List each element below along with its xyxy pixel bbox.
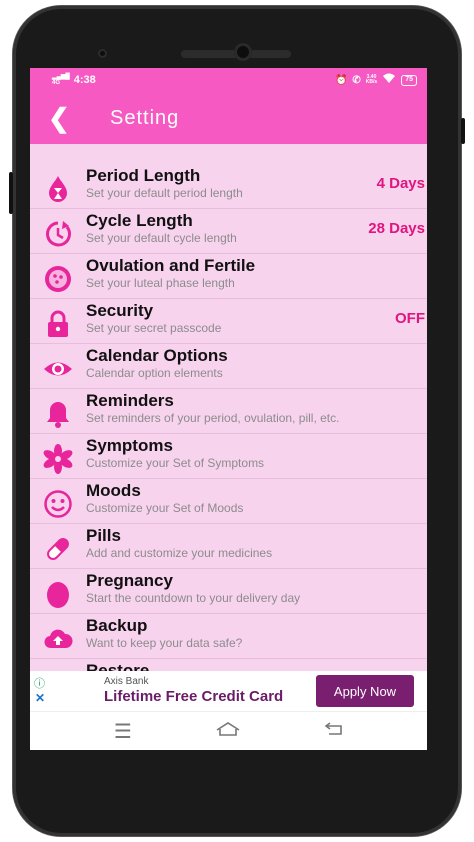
menu-icon[interactable]: ☰	[108, 719, 138, 744]
ad-banner[interactable]: ⓘ ✕ Axis Bank Lifetime Free Credit Card …	[30, 671, 427, 711]
lock-icon	[30, 299, 86, 339]
app-screen: ▂▄▆█ 4G 4:38 ⏰ ✆ 3.40 KB/s 75 ❮ Setting Pe…	[30, 68, 427, 750]
settings-item-subtitle: Set your secret passcode	[86, 321, 222, 335]
pill-icon	[30, 524, 86, 564]
eye-icon	[30, 344, 86, 384]
settings-item-subtitle: Customize your Set of Moods	[86, 501, 244, 515]
smiley-icon	[30, 479, 86, 519]
status-bar: ▂▄▆█ 4G 4:38 ⏰ ✆ 3.40 KB/s 75	[30, 68, 427, 92]
front-camera	[234, 43, 252, 61]
settings-item-pregnancy[interactable]: Pregnancy Start the countdown to your del…	[30, 569, 427, 614]
app-bar: ❮ Setting	[30, 92, 427, 144]
settings-item-title: Period Length	[86, 166, 201, 185]
settings-item-title: Ovulation and Fertile	[86, 256, 256, 275]
settings-list: Period Length Set your default period len…	[30, 144, 427, 704]
settings-item-period-length[interactable]: Period Length Set your default period len…	[30, 164, 427, 209]
settings-item-subtitle: Set your luteal phase length	[86, 276, 235, 290]
settings-item-title: Symptoms	[86, 436, 173, 455]
home-icon[interactable]	[213, 720, 243, 743]
battery-icon: 75	[401, 74, 417, 86]
apply-now-button[interactable]: Apply Now	[316, 675, 414, 707]
wifi-call-icon: ✆	[352, 74, 361, 86]
wifi-icon	[382, 73, 396, 87]
settings-item-calendar-options[interactable]: Calendar Options Calendar option elements	[30, 344, 427, 389]
network-speed: 3.40 KB/s	[365, 74, 378, 85]
settings-item-subtitle: Set your default cycle length	[86, 231, 237, 245]
settings-item-value: 28 Days	[368, 220, 425, 237]
back-icon[interactable]	[319, 720, 349, 743]
settings-item-title: Reminders	[86, 391, 174, 410]
settings-item-reminders[interactable]: Reminders Set reminders of your period, o…	[30, 389, 427, 434]
system-nav-bar: ☰	[30, 711, 427, 750]
settings-item-title: Moods	[86, 481, 141, 500]
settings-item-subtitle: Customize your Set of Symptoms	[86, 456, 265, 470]
drop-hourglass-icon	[30, 164, 86, 204]
settings-item-title: Pregnancy	[86, 571, 173, 590]
settings-item-subtitle: Add and customize your medicines	[86, 546, 273, 560]
settings-item-security[interactable]: Security Set your secret passcode OFF	[30, 299, 427, 344]
clock-cycle-icon	[30, 209, 86, 249]
settings-item-title: Pills	[86, 526, 121, 545]
settings-item-title: Security	[86, 301, 154, 320]
bell-icon	[30, 389, 86, 429]
settings-item-subtitle: Start the countdown to your delivery day	[86, 591, 301, 605]
status-time: 4:38	[73, 74, 96, 86]
settings-item-subtitle: Want to keep your data safe?	[86, 636, 243, 650]
egg-icon	[30, 569, 86, 609]
settings-item-title: Calendar Options	[86, 346, 228, 365]
back-arrow-icon[interactable]: ❮	[48, 105, 110, 131]
info-icon[interactable]: ⓘ	[34, 675, 45, 691]
close-icon[interactable]: ✕	[35, 691, 45, 705]
proximity-sensor	[98, 49, 107, 58]
settings-item-subtitle: Set your default period length	[86, 186, 243, 200]
settings-item-subtitle: Calendar option elements	[86, 366, 223, 380]
settings-item-title: Cycle Length	[86, 211, 193, 230]
ad-brand: Axis Bank	[104, 676, 149, 687]
page-title: Setting	[110, 106, 180, 129]
settings-item-title: Backup	[86, 616, 148, 635]
alarm-icon: ⏰	[334, 74, 348, 86]
settings-item-symptoms[interactable]: Symptoms Customize your Set of Symptoms	[30, 434, 427, 479]
power-button	[461, 118, 465, 144]
settings-item-cycle-length[interactable]: Cycle Length Set your default cycle lengt…	[30, 209, 427, 254]
settings-item-ovulation[interactable]: Ovulation and Fertile Set your luteal pha…	[30, 254, 427, 299]
settings-item-backup[interactable]: Backup Want to keep your data safe?	[30, 614, 427, 659]
egg-cell-icon	[30, 254, 86, 294]
settings-item-value: OFF	[395, 310, 425, 327]
settings-item-pills[interactable]: Pills Add and customize your medicines	[30, 524, 427, 569]
settings-item-moods[interactable]: Moods Customize your Set of Moods	[30, 479, 427, 524]
cloud-upload-icon	[30, 614, 86, 654]
signal-icon: ▂▄▆█ 4G	[52, 74, 70, 86]
ad-title[interactable]: Lifetime Free Credit Card	[104, 688, 283, 705]
volume-button	[9, 172, 13, 214]
asterisk-flower-icon	[30, 434, 86, 474]
settings-item-subtitle: Set reminders of your period, ovulation,…	[86, 411, 340, 425]
settings-item-value: 4 Days	[376, 175, 425, 192]
